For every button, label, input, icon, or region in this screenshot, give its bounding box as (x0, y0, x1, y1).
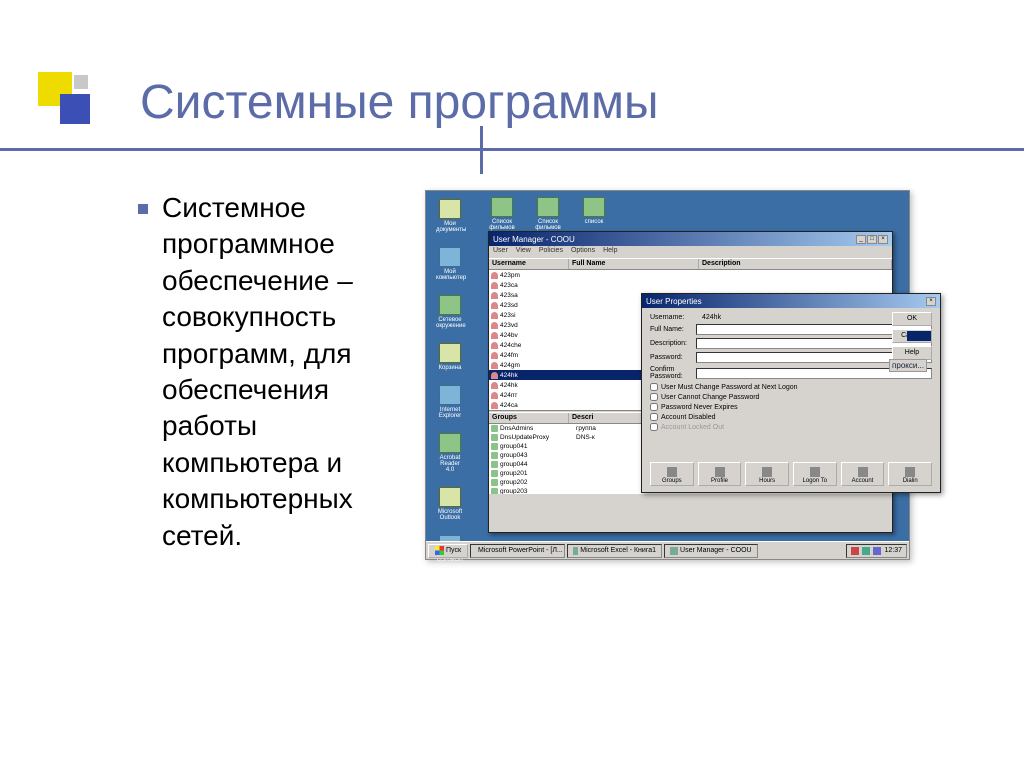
menu-item[interactable]: Help (603, 247, 617, 257)
help-button[interactable]: Help (892, 346, 932, 360)
menubar[interactable]: User View Policies Options Help (489, 246, 892, 258)
checkbox[interactable] (650, 423, 658, 431)
checkbox[interactable] (650, 403, 658, 411)
clock: 12:37 (884, 547, 902, 554)
bullet-icon (138, 204, 148, 214)
start-label: Пуск (446, 547, 461, 554)
groups-button[interactable]: Groups (650, 462, 694, 486)
slide-body-text: Системное программное обеспечение – сово… (162, 190, 405, 554)
account-button[interactable]: Account (841, 462, 885, 486)
desktop-icon[interactable]: Acrobat Reader 4.0 (436, 433, 464, 473)
password-label: Password: (650, 354, 696, 361)
tray-icon[interactable] (851, 547, 859, 555)
desktop-icon[interactable]: Мой компьютер (436, 247, 464, 281)
maximize-button[interactable]: □ (867, 235, 877, 244)
embedded-screenshot: Мои документы Мой компьютер Сетевое окруже… (425, 190, 910, 560)
col-groups[interactable]: Groups (489, 413, 569, 423)
dialog-titlebar[interactable]: User Properties × (642, 294, 940, 308)
checkbox-label: Password Never Expires (661, 404, 738, 411)
confirm-label: Confirm Password: (650, 366, 696, 380)
dialog-title: User Properties (646, 297, 702, 306)
username-value: 424hk (702, 314, 721, 321)
connector-line (907, 331, 931, 341)
desktop-icon[interactable]: Internet Explorer (436, 385, 464, 419)
checkbox[interactable] (650, 383, 658, 391)
desktop-icon[interactable]: Microsoft Outlook (436, 487, 464, 521)
checkbox-label: User Must Change Password at Next Logon (661, 384, 798, 391)
checkbox[interactable] (650, 393, 658, 401)
hours-button[interactable]: Hours (745, 462, 789, 486)
col-fullname[interactable]: Full Name (569, 259, 699, 269)
start-button[interactable]: Пуск (428, 544, 468, 558)
menu-item[interactable]: Policies (539, 247, 563, 257)
menu-item[interactable]: View (516, 247, 531, 257)
checkbox[interactable] (650, 413, 658, 421)
title-underline (0, 148, 1024, 151)
menu-item[interactable]: Options (571, 247, 595, 257)
checkbox-label: User Cannot Change Password (661, 394, 759, 401)
system-tray[interactable]: 12:37 (846, 544, 907, 558)
close-button[interactable]: × (878, 235, 888, 244)
tray-icon[interactable] (862, 547, 870, 555)
menu-item[interactable]: User (493, 247, 508, 257)
windows-flag-icon (435, 546, 444, 555)
user-row[interactable]: 423pm (489, 270, 892, 280)
minimize-button[interactable]: _ (856, 235, 866, 244)
col-description[interactable]: Description (699, 259, 892, 269)
taskbar-item[interactable]: Microsoft PowerPoint - [Л... (470, 544, 565, 558)
desktop-icon[interactable]: Мои документы (436, 199, 464, 233)
profile-button[interactable]: Profile (698, 462, 742, 486)
username-label: Username: (650, 314, 696, 321)
checkbox-label: Account Disabled (661, 414, 715, 421)
user-row[interactable]: 423са (489, 280, 892, 290)
taskbar-item[interactable]: User Manager - COOU (664, 544, 758, 558)
user-properties-dialog: User Properties × Username: 424hk Full N… (641, 293, 941, 493)
tray-icon[interactable] (873, 547, 881, 555)
ok-button[interactable]: OK (892, 312, 932, 326)
checkbox-label: Account Locked Out (661, 424, 724, 431)
user-list-header: Username Full Name Description (489, 258, 892, 270)
dialin-button[interactable]: Dialin (888, 462, 932, 486)
dialog-close-button[interactable]: × (926, 297, 936, 306)
desktop-icon[interactable]: Сетевое окружение (436, 295, 464, 329)
col-username[interactable]: Username (489, 259, 569, 269)
desktop-icon[interactable]: Корзина (436, 343, 464, 371)
description-label: Description: (650, 340, 696, 347)
logon to-button[interactable]: Logon To (793, 462, 837, 486)
taskbar-item[interactable]: Microsoft Excel - Книга1 (567, 544, 662, 558)
window-titlebar[interactable]: User Manager - COOU _ □ × (489, 232, 892, 246)
fullname-label: Full Name: (650, 326, 696, 333)
desktop-icon[interactable]: Список фильмов (488, 197, 516, 231)
window-title: User Manager - COOU (493, 235, 575, 244)
desktop-icon[interactable]: список (580, 197, 608, 231)
taskbar[interactable]: Пуск Microsoft PowerPoint - [Л...Microso… (426, 541, 909, 559)
connector-label: прокси... (889, 359, 927, 372)
slide-title: Системные программы (140, 75, 964, 130)
desktop-icon[interactable]: Список фильмов (534, 197, 562, 231)
